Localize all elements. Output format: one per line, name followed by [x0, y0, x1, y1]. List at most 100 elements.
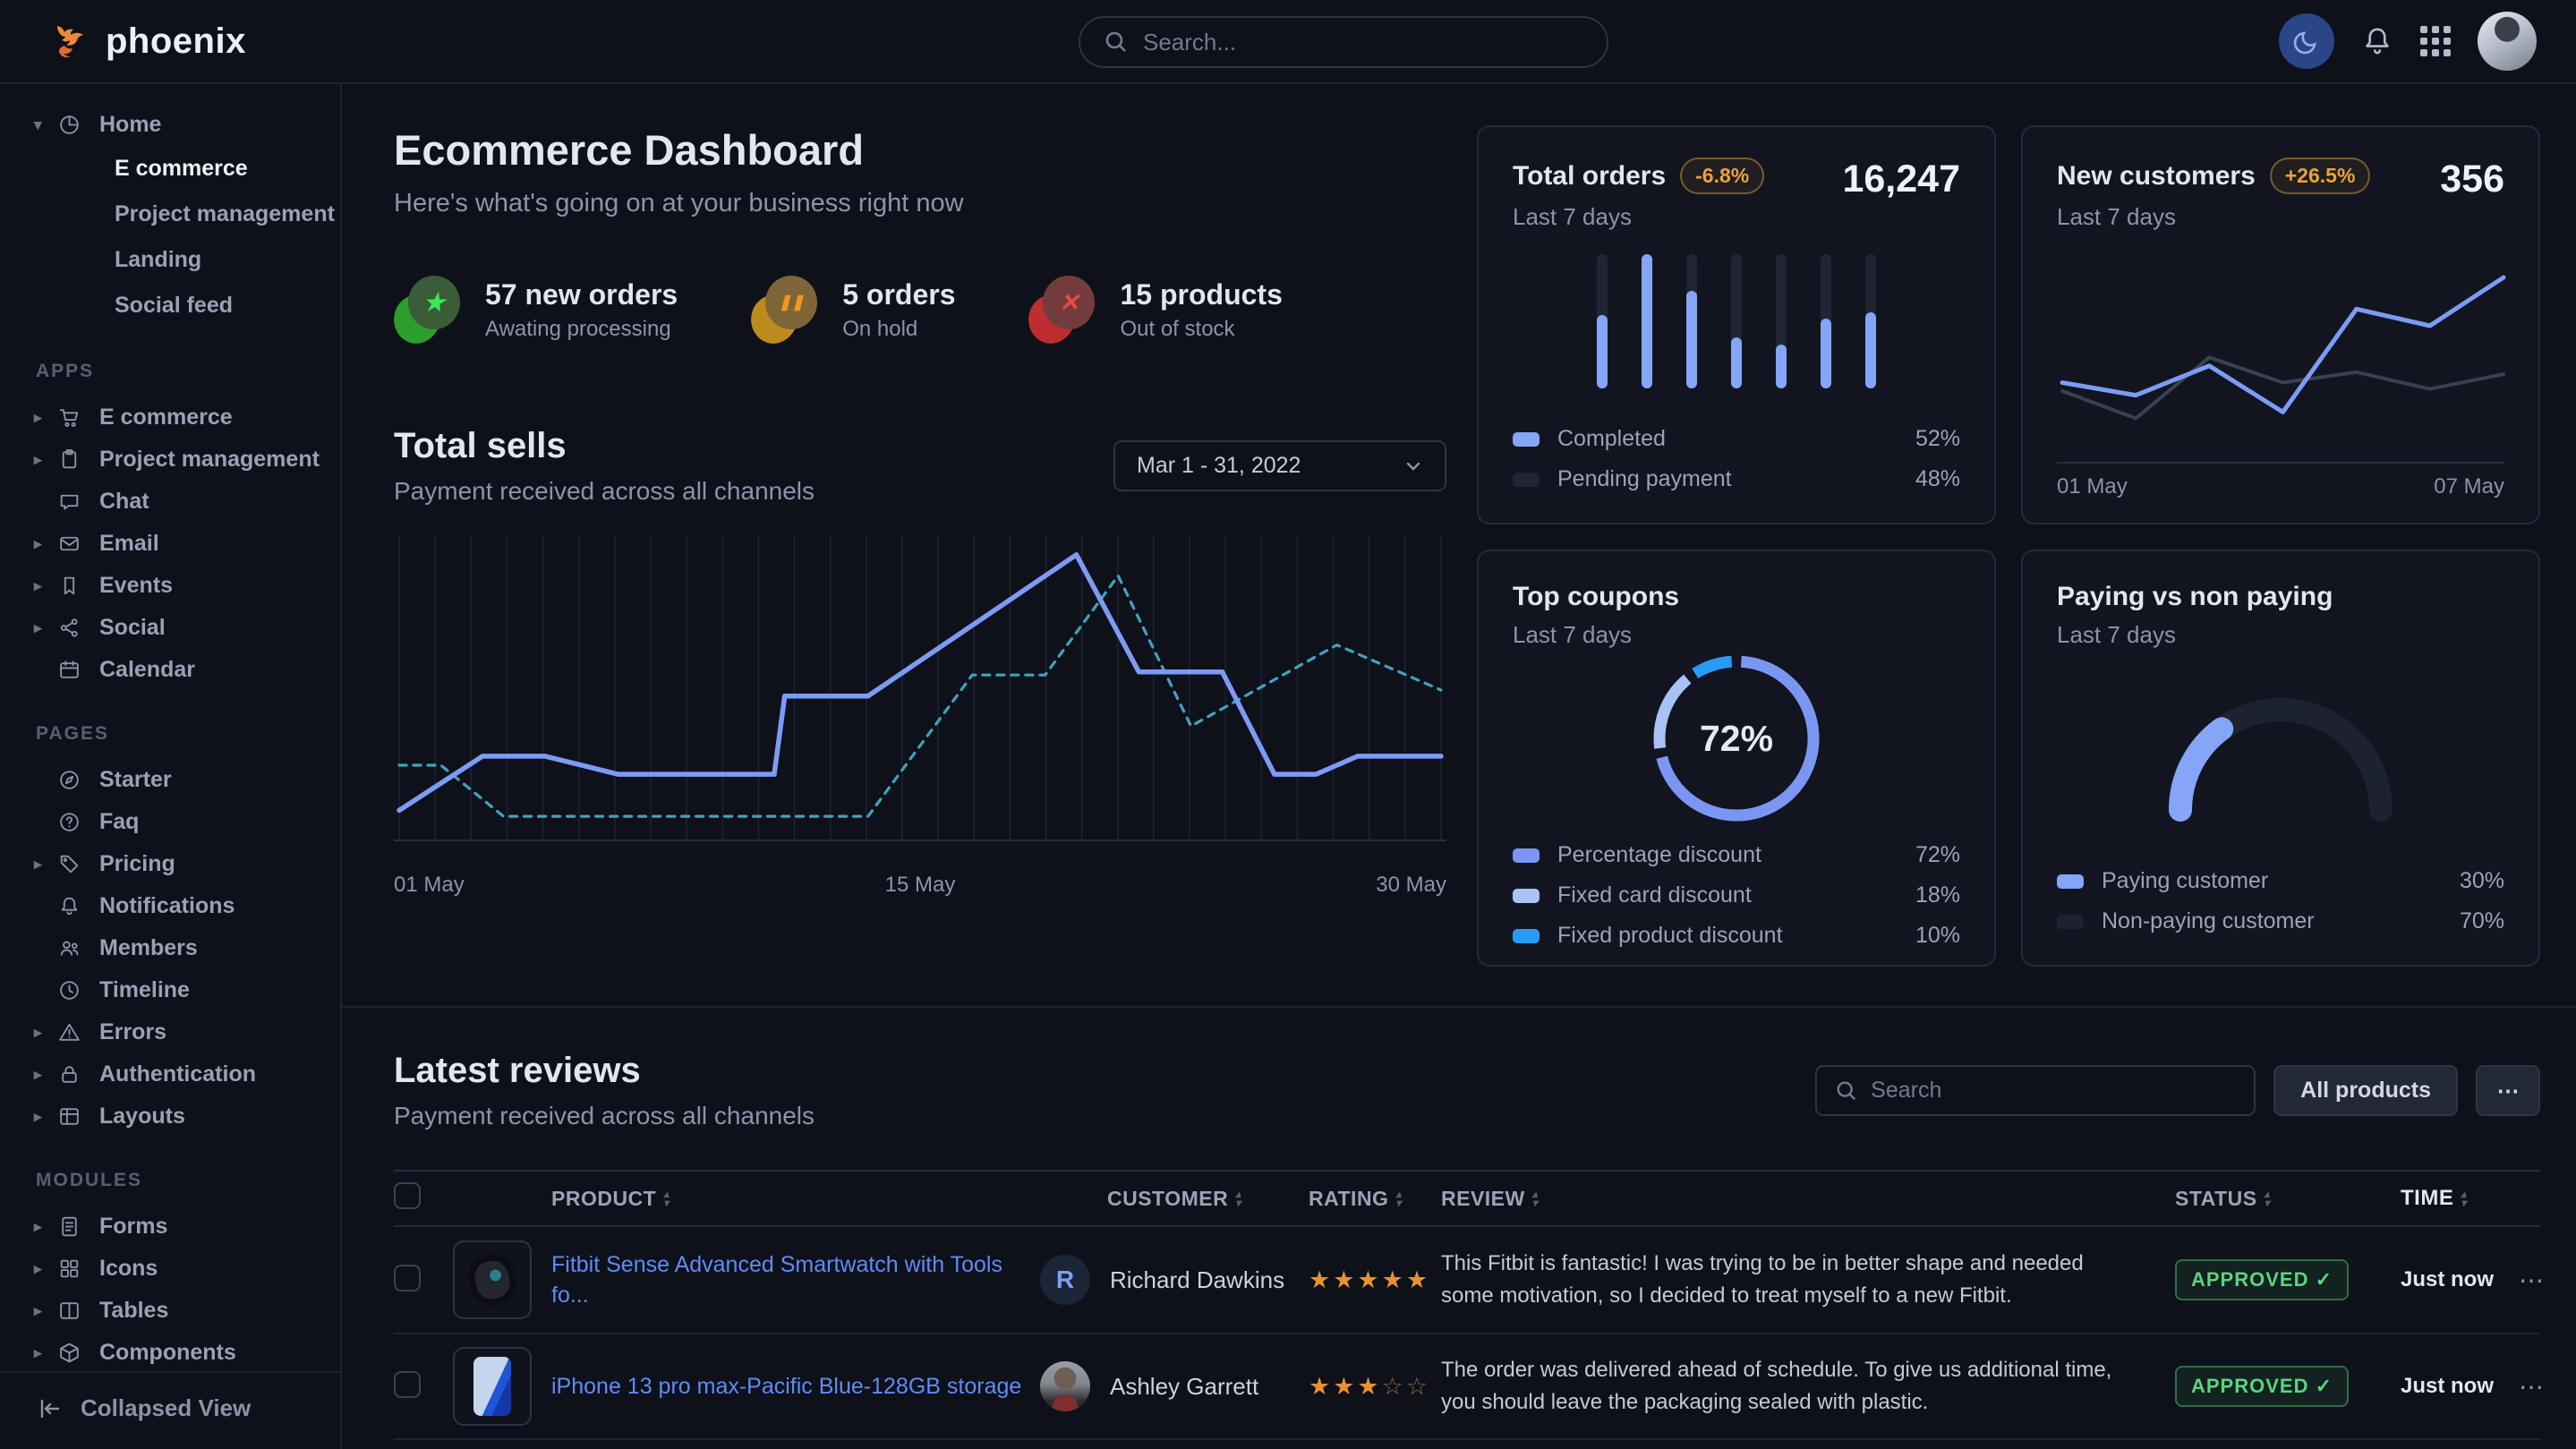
caret-down-icon: ▾: [34, 116, 57, 134]
sidebar-item-authentication[interactable]: ▸Authentication: [0, 1053, 340, 1095]
stat-item: ★57 new ordersAwating processing: [394, 276, 678, 344]
new-customers-chart: 01 May07 May: [2057, 231, 2504, 499]
sidebar-item-e-commerce[interactable]: ▸E commerce: [0, 396, 340, 439]
order-bar: [1821, 254, 1831, 388]
sidebar-item-layouts[interactable]: ▸Layouts: [0, 1095, 340, 1138]
sidebar-item-components[interactable]: ▸Components: [0, 1332, 340, 1374]
sidebar-item-faq[interactable]: Faq: [0, 801, 340, 843]
legend-row: Pending payment48%: [1513, 466, 1960, 492]
sort-icon: ▴▾: [1532, 1189, 1539, 1207]
card-title: New customers: [2057, 161, 2256, 192]
search-input[interactable]: [1143, 29, 1583, 56]
sidebar-item-events[interactable]: ▸Events: [0, 565, 340, 607]
order-bar: [1776, 254, 1787, 388]
theme-toggle-button[interactable]: [2279, 13, 2334, 69]
sidebar-item-landing[interactable]: Landing: [0, 237, 340, 283]
cart-icon: [57, 405, 99, 430]
total-orders-card: Total orders -6.8% Last 7 days 16,247 Co…: [1477, 125, 1996, 524]
compass-icon: [57, 768, 99, 792]
caret-right-icon: ▸: [34, 1344, 57, 1362]
column-header-rating[interactable]: RATING ▴▾: [1309, 1187, 1402, 1211]
sidebar-item-errors[interactable]: ▸Errors: [0, 1011, 340, 1053]
sidebar-item-project-management[interactable]: ▸Project management: [0, 439, 340, 481]
new-customers-value: 356: [2440, 158, 2504, 201]
legend-row: Fixed card discount18%: [1513, 882, 1960, 908]
moon-icon: [2292, 27, 2321, 55]
trend-badge: +26.5%: [2270, 158, 2371, 194]
row-checkbox[interactable]: [394, 1371, 421, 1398]
sidebar-item-tables[interactable]: ▸Tables: [0, 1290, 340, 1332]
sidebar-item-members[interactable]: Members: [0, 927, 340, 969]
sidebar-item-calendar[interactable]: Calendar: [0, 649, 340, 691]
row-menu-button[interactable]: ⋯: [2519, 1372, 2540, 1402]
sidebar-item-email[interactable]: ▸Email: [0, 523, 340, 565]
chevron-down-icon: [1403, 456, 1423, 476]
bell-icon: [57, 894, 99, 918]
customer-avatar: R: [1040, 1255, 1090, 1305]
share-icon: [57, 616, 99, 640]
stat-label: Awating processing: [485, 317, 678, 342]
legend-row: Fixed product discount10%: [1513, 923, 1960, 949]
stat-label: On hold: [842, 317, 955, 342]
all-products-button[interactable]: All products: [2273, 1065, 2458, 1116]
sidebar-item-social-feed[interactable]: Social feed: [0, 283, 340, 328]
select-all-checkbox[interactable]: [394, 1182, 421, 1209]
column-header-product[interactable]: PRODUCT ▴▾: [551, 1187, 670, 1211]
sort-icon: ▴▾: [2265, 1189, 2271, 1207]
sidebar-item-project-management[interactable]: Project management: [0, 192, 340, 237]
column-header-review[interactable]: REVIEW ▴▾: [1441, 1187, 1538, 1211]
sidebar-item-social[interactable]: ▸Social: [0, 607, 340, 649]
column-header-status[interactable]: STATUS ▴▾: [2175, 1187, 2270, 1211]
total-orders-value: 16,247: [1842, 158, 1960, 201]
reviews-search-input[interactable]: [1871, 1078, 2236, 1104]
sort-icon: ▴▾: [1235, 1189, 1241, 1207]
apps-grid-button[interactable]: [2420, 26, 2451, 56]
legend-swatch: [1513, 929, 1540, 943]
reviews-subtitle: Payment received across all channels: [394, 1102, 815, 1130]
row-menu-button[interactable]: ⋯: [2519, 1266, 2540, 1295]
sidebar-item-forms[interactable]: ▸Forms: [0, 1206, 340, 1248]
chat-icon: [57, 490, 99, 514]
sidebar-item-timeline[interactable]: Timeline: [0, 969, 340, 1011]
envelope-icon: [57, 532, 99, 556]
pause-status-icon: ❚❚: [751, 276, 819, 344]
sidebar-item-starter[interactable]: Starter: [0, 759, 340, 801]
sidebar-group-home[interactable]: ▾Home: [0, 104, 340, 146]
caret-right-icon: ▸: [34, 1218, 57, 1236]
sidebar-item-pricing[interactable]: ▸Pricing: [0, 843, 340, 885]
table-row: iPhone 13 pro max-Pacific Blue-128GB sto…: [394, 1333, 2540, 1438]
caret-right-icon: ▸: [34, 1024, 57, 1042]
reviews-search[interactable]: [1815, 1065, 2256, 1116]
column-header-time[interactable]: TIME ▴▾: [2401, 1186, 2467, 1211]
x-axis-tick: 01 May: [2057, 474, 2128, 499]
sidebar-item-e-commerce[interactable]: E commerce: [0, 146, 340, 192]
paying-gauge-chart: [2057, 649, 2504, 854]
order-bar: [1686, 254, 1697, 388]
donut-center-label: 72%: [1700, 718, 1773, 760]
sort-icon: ▴▾: [1395, 1189, 1402, 1207]
notifications-button[interactable]: [2361, 25, 2393, 57]
sidebar-item-icons[interactable]: ▸Icons: [0, 1248, 340, 1290]
sidebar-item-chat[interactable]: Chat: [0, 481, 340, 523]
user-avatar[interactable]: [2478, 12, 2537, 71]
latest-reviews-section: Latest reviews Payment received across a…: [342, 1008, 2576, 1449]
date-range-select[interactable]: Mar 1 - 31, 2022: [1113, 440, 1446, 491]
star-rating: ★★★★★: [1309, 1266, 1430, 1293]
sort-icon: ▴▾: [663, 1189, 670, 1207]
product-link[interactable]: Fitbit Sense Advanced Smartwatch with To…: [551, 1249, 1038, 1310]
caret-right-icon: ▸: [34, 856, 57, 874]
reviews-menu-button[interactable]: ⋯: [2476, 1065, 2540, 1116]
column-header-customer[interactable]: CUSTOMER ▴▾: [1107, 1187, 1241, 1211]
product-link[interactable]: iPhone 13 pro max-Pacific Blue-128GB sto…: [551, 1371, 1021, 1402]
global-search[interactable]: [1079, 16, 1608, 68]
sidebar-item-notifications[interactable]: Notifications: [0, 885, 340, 927]
row-checkbox[interactable]: [394, 1265, 421, 1291]
orders-bar-chart: [1513, 231, 1960, 412]
collapse-view-toggle[interactable]: Collapsed View: [0, 1371, 340, 1449]
review-text: The order was delivered ahead of schedul…: [1441, 1354, 2139, 1419]
legend-value: 70%: [2460, 908, 2504, 934]
brand-logo[interactable]: phoenix: [50, 21, 246, 62]
legend-value: 10%: [1915, 923, 1960, 949]
page-subtitle: Here's what's going on at your business …: [394, 189, 1446, 218]
status-stats-row: ★57 new ordersAwating processing❚❚5 orde…: [394, 276, 1446, 344]
